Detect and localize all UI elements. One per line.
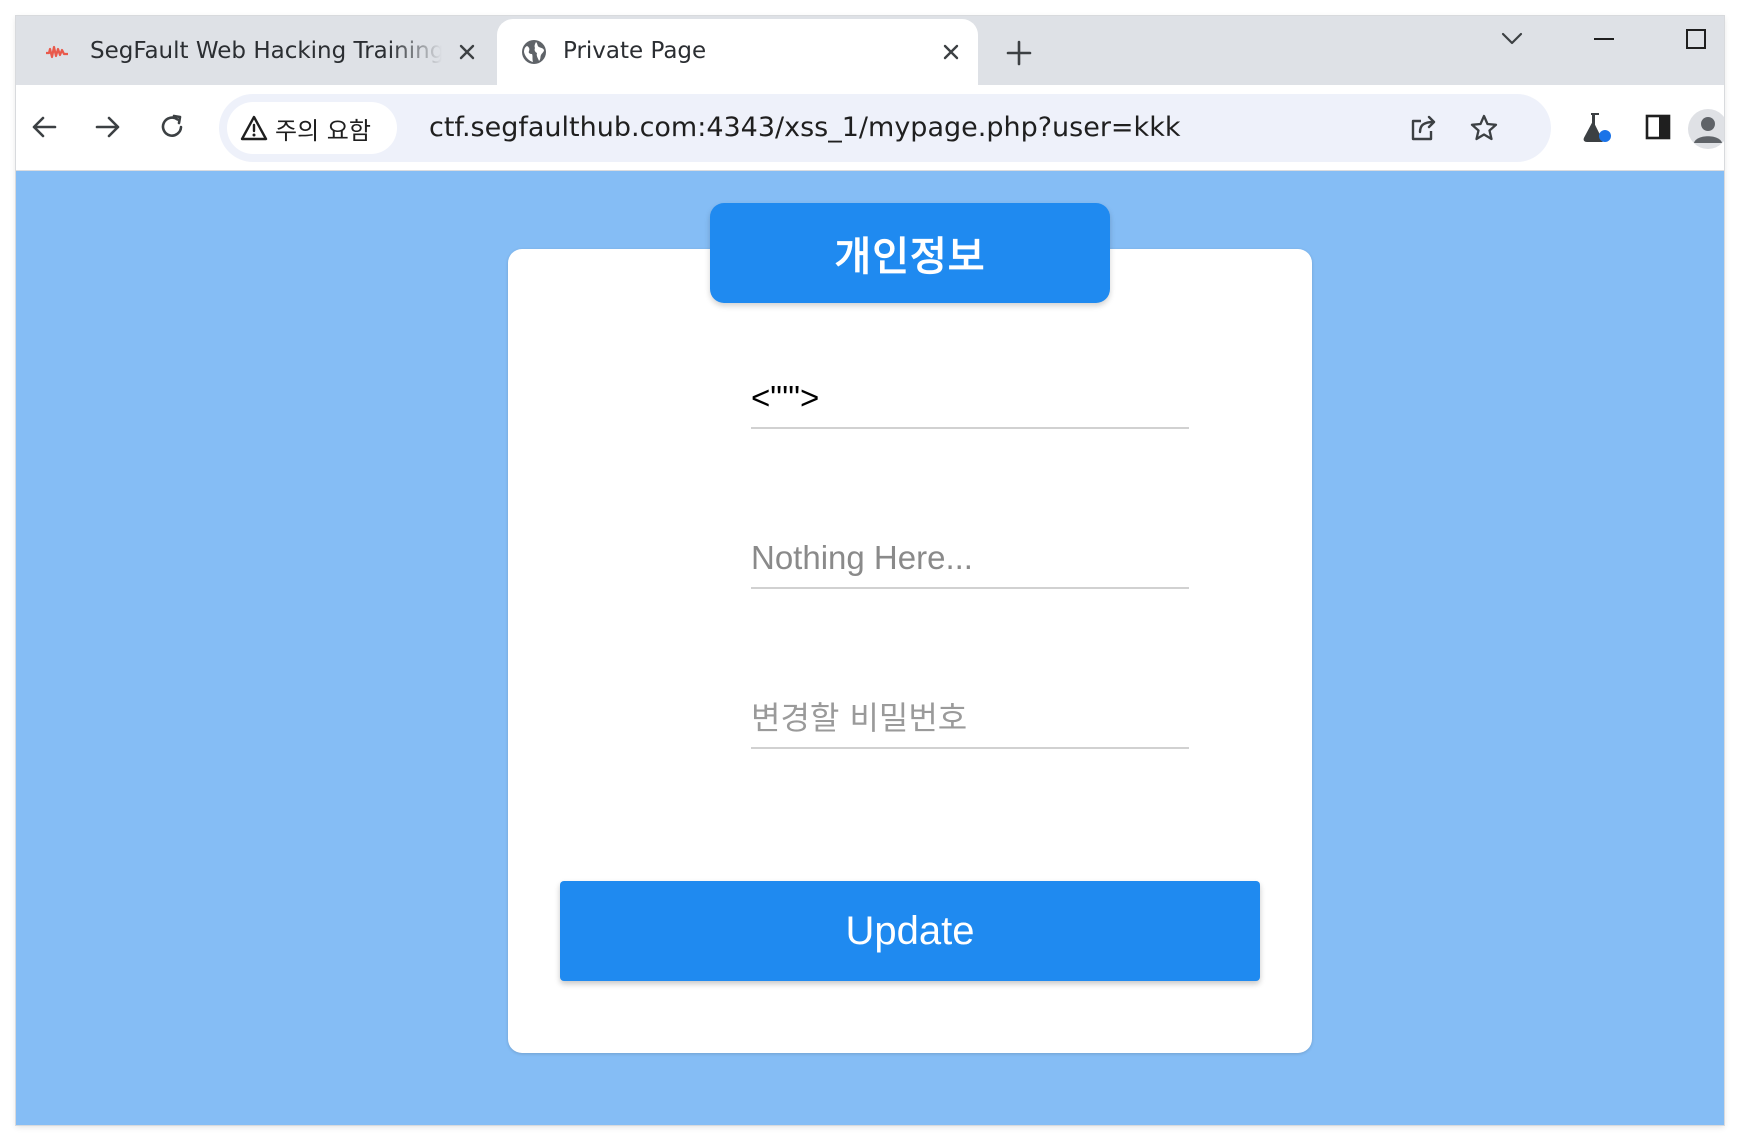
globe-icon (521, 39, 547, 65)
tab-strip: SegFault Web Hacking Training Private Pa… (16, 16, 1724, 85)
reload-icon[interactable] (154, 109, 190, 145)
tab-private-page[interactable]: Private Page (497, 19, 978, 85)
new-password-input[interactable] (751, 689, 1189, 749)
browser-window: SegFault Web Hacking Training Private Pa… (16, 16, 1724, 1125)
username-field[interactable] (751, 369, 1189, 429)
browser-toolbar: 주의 요함 ctf.segfaulthub.com:4343/xss_1/myp… (16, 85, 1724, 171)
profile-avatar-icon[interactable] (1688, 109, 1724, 149)
security-chip[interactable]: 주의 요함 (227, 102, 397, 154)
tab-segfault[interactable]: SegFault Web Hacking Training (16, 19, 494, 85)
close-icon[interactable] (454, 39, 480, 65)
close-icon[interactable] (938, 39, 964, 65)
tab-title: SegFault Web Hacking Training (90, 38, 442, 64)
maximize-icon[interactable] (1676, 24, 1716, 54)
security-chip-label: 주의 요함 (275, 116, 371, 145)
share-icon[interactable] (1406, 110, 1442, 146)
address-bar[interactable]: 주의 요함 ctf.segfaulthub.com:4343/xss_1/myp… (219, 94, 1551, 162)
update-button[interactable]: Update (560, 881, 1260, 981)
card-header-title: 개인정보 (710, 203, 1110, 303)
info-input[interactable] (751, 529, 1189, 589)
forward-arrow-icon[interactable] (90, 109, 126, 145)
segfault-logo-icon (44, 39, 70, 65)
new-tab-button[interactable] (1002, 36, 1036, 70)
back-arrow-icon[interactable] (26, 109, 62, 145)
url-text[interactable]: ctf.segfaulthub.com:4343/xss_1/mypage.ph… (429, 111, 1180, 145)
side-panel-icon[interactable] (1640, 109, 1676, 145)
bookmark-star-icon[interactable] (1466, 110, 1502, 146)
labs-flask-icon[interactable] (1578, 109, 1614, 145)
warning-triangle-icon (239, 113, 269, 143)
page-content: 개인정보 Update (16, 171, 1724, 1125)
tab-title: Private Page (563, 38, 707, 64)
minimize-icon[interactable] (1584, 24, 1624, 54)
tab-search-chevron-down-icon[interactable] (1492, 24, 1532, 54)
